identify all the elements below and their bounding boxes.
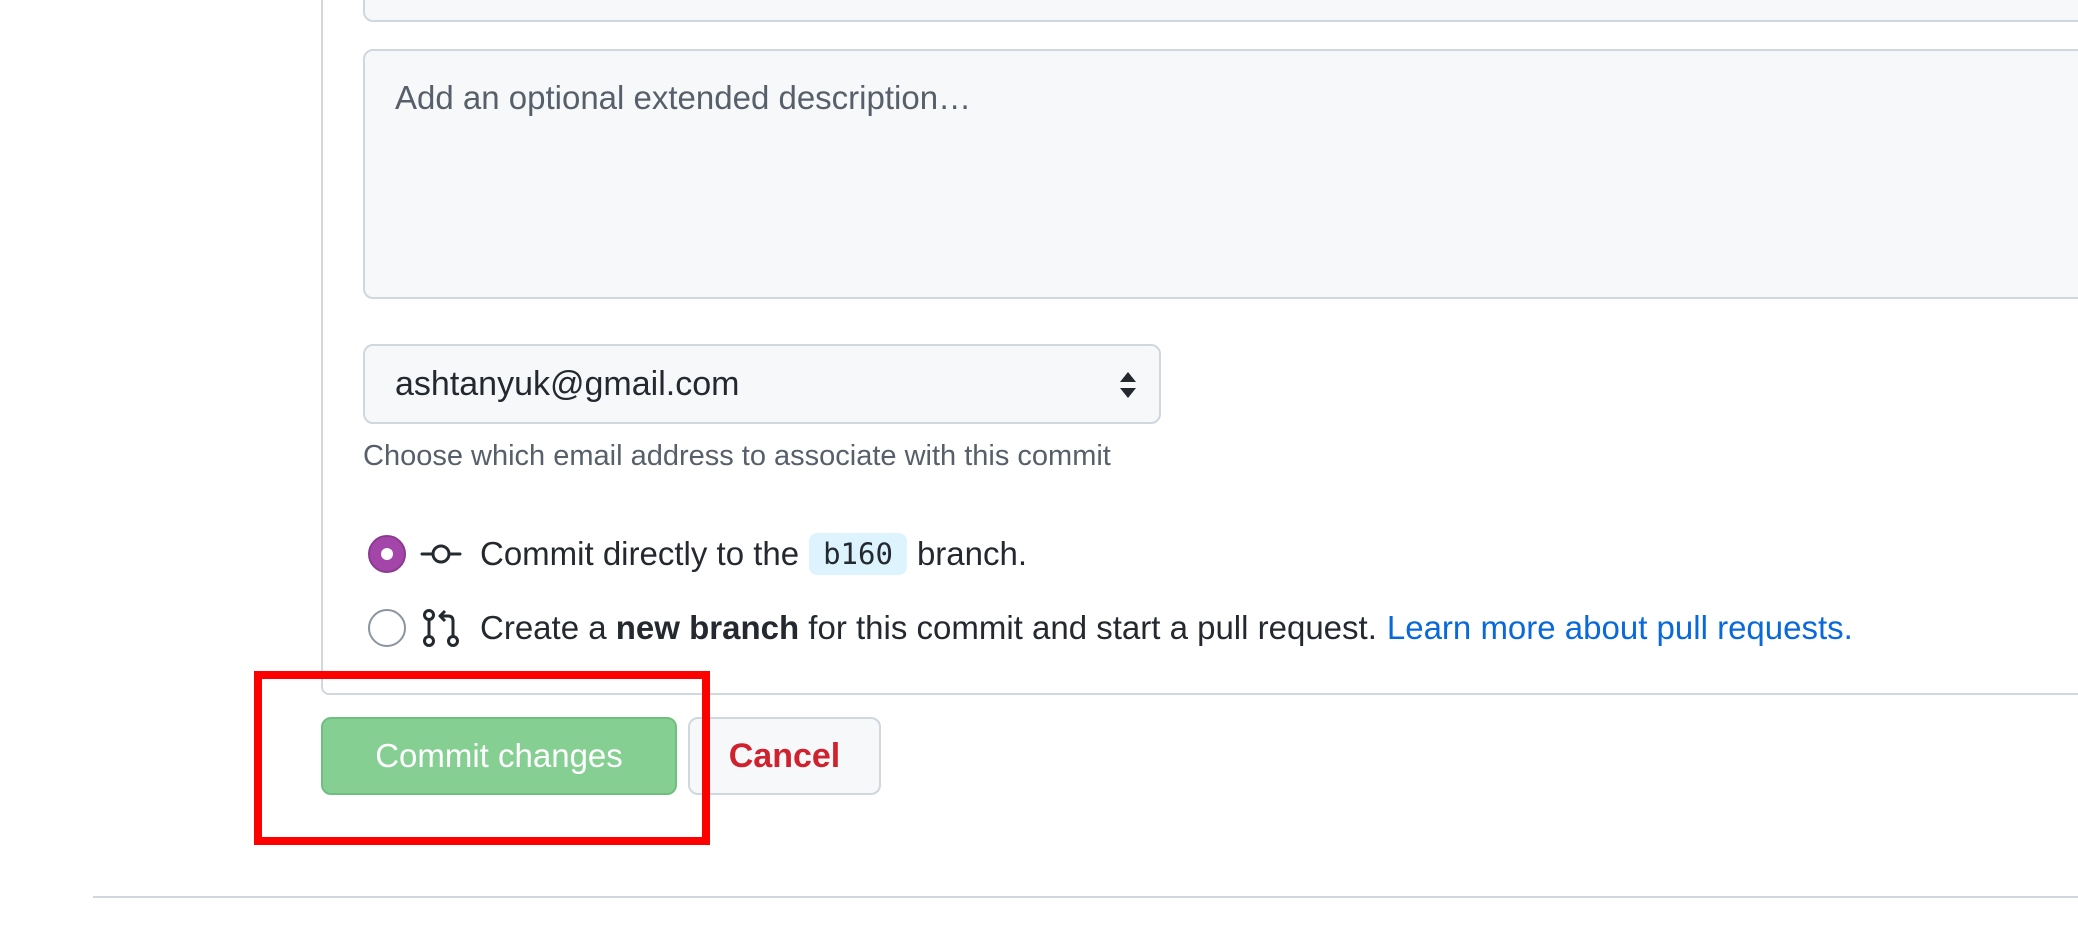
new-branch-suffix: for this commit and start a pull request… [808, 609, 1377, 646]
branch-name-badge: b160 [809, 533, 907, 575]
email-hint: Choose which email address to associate … [363, 440, 1111, 472]
learn-more-pull-requests-link[interactable]: Learn more about pull requests. [1387, 609, 1853, 647]
select-arrows-icon [1120, 372, 1136, 398]
cancel-button[interactable]: Cancel [688, 717, 881, 795]
new-branch-radio[interactable] [368, 609, 406, 647]
extended-description-field[interactable] [363, 49, 2078, 299]
commit-direct-option[interactable]: Commit directly to the b160 branch. [368, 526, 1027, 582]
git-commit-icon [420, 544, 462, 564]
git-pull-request-icon [423, 609, 459, 647]
footer-divider [93, 896, 2078, 898]
page: ashtanyuk@gmail.com Choose which email a… [0, 0, 2078, 942]
commit-direct-suffix: branch. [916, 535, 1028, 572]
commit-changes-button[interactable]: Commit changes [321, 717, 677, 795]
commit-direct-prefix: Commit directly to the [480, 535, 800, 572]
commit-direct-radio[interactable] [368, 535, 406, 573]
email-select[interactable]: ashtanyuk@gmail.com [363, 344, 1161, 424]
email-select-value: ashtanyuk@gmail.com [395, 365, 740, 403]
new-branch-bold: new branch [615, 609, 800, 646]
new-branch-option[interactable]: Create a new branch for this commit and … [368, 600, 1853, 656]
new-branch-prefix: Create a [480, 609, 607, 646]
commit-summary-input[interactable] [363, 0, 2078, 22]
